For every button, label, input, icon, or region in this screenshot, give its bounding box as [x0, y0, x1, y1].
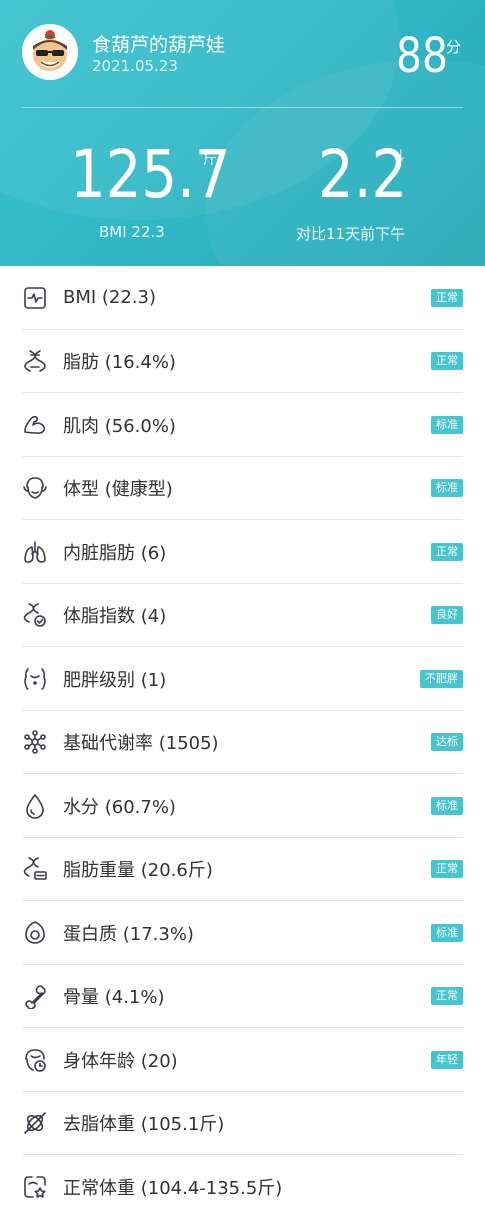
status-badge: 不肥胖	[420, 669, 463, 688]
metric-label: 内脏脂肪 (6)	[63, 542, 167, 564]
metric-label: 去脂体重 (105.1斤)	[63, 1114, 225, 1136]
status-badge: 标准	[431, 479, 463, 498]
measure-date: 2021.05.23	[92, 57, 178, 75]
metric-row-body-type[interactable]: 体型 (健康型) 标准	[0, 457, 485, 521]
status-badge: 正常	[431, 987, 463, 1006]
scale-star-icon	[21, 1173, 49, 1201]
status-badge: 正常	[431, 542, 463, 561]
face-icon	[21, 474, 49, 502]
metric-row-obesity-level[interactable]: 肥胖级别 (1) 不肥胖	[0, 647, 485, 711]
health-score: 88	[396, 28, 448, 84]
metric-label: 水分 (60.7%)	[63, 796, 176, 818]
body-outline-icon	[21, 665, 49, 693]
metric-label: 身体年龄 (20)	[63, 1050, 178, 1072]
metric-row-fat-weight[interactable]: 脂肪重量 (20.6斤) 正常	[0, 838, 485, 902]
metric-label: 肥胖级别 (1)	[63, 669, 167, 691]
metric-label: 骨量 (4.1%)	[63, 987, 165, 1009]
status-badge: 标准	[431, 923, 463, 942]
metric-label: BMI (22.3)	[63, 287, 157, 309]
avatar-cartoon-icon	[22, 24, 78, 80]
lungs-icon	[21, 538, 49, 566]
metric-list: BMI (22.3) 正常 脂肪 (16.4%) 正常 肌肉 (56.0%) 标…	[0, 266, 485, 1219]
avatar[interactable]	[22, 24, 78, 80]
status-badge: 标准	[431, 796, 463, 815]
bmi-label: BMI 22.3	[99, 223, 165, 241]
dna-check-icon	[21, 601, 49, 629]
weight-change-label: 对比11天前下午	[296, 225, 406, 243]
water-drop-icon	[21, 792, 49, 820]
metric-row-muscle[interactable]: 肌肉 (56.0%) 标准	[0, 393, 485, 457]
status-badge: 达标	[431, 733, 463, 752]
metric-row-lean-mass[interactable]: 去脂体重 (105.1斤)	[0, 1092, 485, 1156]
metric-label: 正常体重 (104.4-135.5斤)	[63, 1177, 283, 1199]
metric-label: 肌肉 (56.0%)	[63, 415, 176, 437]
header-divider	[22, 107, 463, 108]
metric-row-bmr[interactable]: 基础代谢率 (1505) 达标	[0, 711, 485, 775]
muscle-arm-icon	[21, 411, 49, 439]
status-badge: 良好	[431, 606, 463, 625]
status-badge: 正常	[431, 860, 463, 879]
heart-rate-monitor-icon	[21, 284, 49, 312]
weight-unit: 斤	[203, 152, 217, 168]
metric-label: 体型 (健康型)	[63, 479, 173, 501]
down-arrow-icon: ↓	[394, 146, 408, 165]
metric-label: 脂肪重量 (20.6斤)	[63, 860, 213, 882]
metric-label: 脂肪 (16.4%)	[63, 352, 176, 374]
metric-row-water[interactable]: 水分 (60.7%) 标准	[0, 774, 485, 838]
dna-weight-icon	[21, 855, 49, 883]
metric-label: 蛋白质 (17.3%)	[63, 923, 194, 945]
molecule-icon	[21, 728, 49, 756]
status-badge: 年轻	[431, 1050, 463, 1069]
lean-mass-icon	[21, 1109, 49, 1137]
username: 食葫芦的葫芦娃	[92, 34, 226, 56]
metric-row-visceral-fat[interactable]: 内脏脂肪 (6) 正常	[0, 520, 485, 584]
metric-row-fat[interactable]: 脂肪 (16.4%) 正常	[0, 330, 485, 394]
status-badge: 标准	[431, 415, 463, 434]
metric-row-body-age[interactable]: 身体年龄 (20) 年轻	[0, 1028, 485, 1092]
metric-row-bmi[interactable]: BMI (22.3) 正常	[0, 266, 485, 330]
metric-row-bone[interactable]: 骨量 (4.1%) 正常	[0, 965, 485, 1029]
face-clock-icon	[21, 1046, 49, 1074]
metric-label: 体脂指数 (4)	[63, 606, 167, 628]
summary-header: 食葫芦的葫芦娃 2021.05.23 88 分 125.7 斤 BMI 22.3…	[0, 0, 485, 266]
metric-label: 基础代谢率 (1505)	[63, 733, 219, 755]
status-badge: 正常	[431, 288, 463, 307]
metric-row-normal-weight[interactable]: 正常体重 (104.4-135.5斤)	[0, 1155, 485, 1219]
status-badge: 正常	[431, 352, 463, 371]
bone-icon	[21, 982, 49, 1010]
metric-row-protein[interactable]: 蛋白质 (17.3%) 标准	[0, 901, 485, 965]
egg-icon	[21, 919, 49, 947]
metric-row-body-fat-index[interactable]: 体脂指数 (4) 良好	[0, 584, 485, 648]
health-score-unit: 分	[446, 38, 462, 56]
dna-icon	[21, 347, 49, 375]
